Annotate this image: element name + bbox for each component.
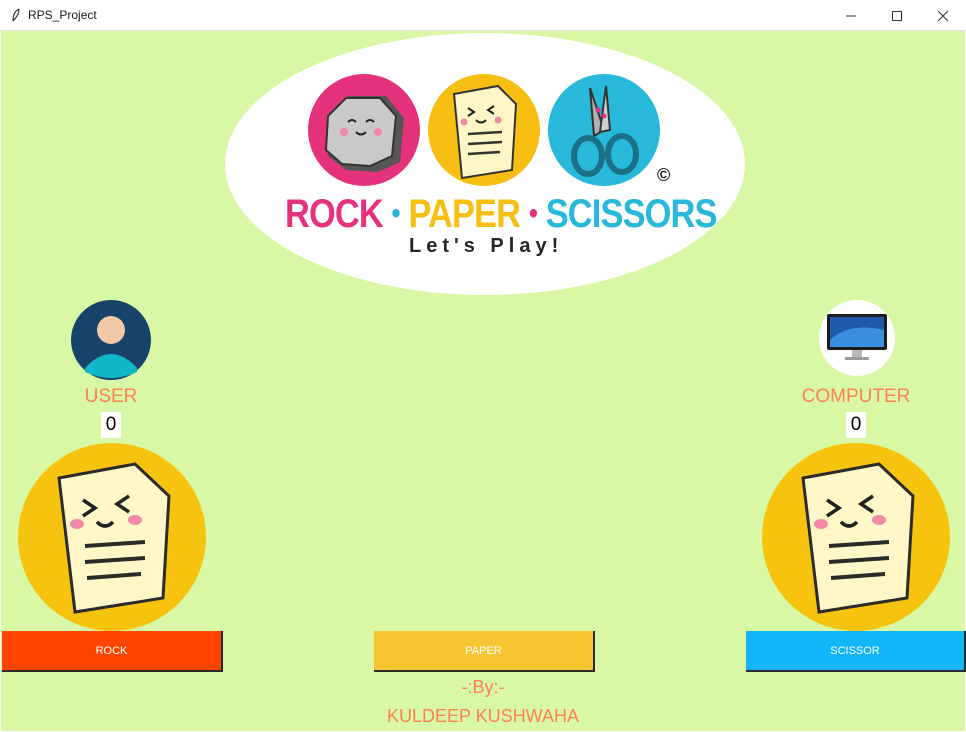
game-canvas: ROCK • PAPER • SCISSORS © Let's Play! US… — [1, 31, 966, 731]
logo-icons — [308, 74, 660, 186]
feather-icon — [12, 8, 20, 22]
logo-separator: • — [391, 197, 401, 230]
rock-icon — [308, 74, 420, 186]
window-title: RPS_Project — [28, 8, 97, 22]
maximize-button[interactable] — [874, 0, 920, 31]
logo-word-rock: ROCK — [285, 192, 384, 236]
computer-choice-paper-icon — [762, 443, 950, 631]
logo-word-paper: PAPER — [408, 192, 521, 236]
user-avatar-icon — [71, 300, 151, 380]
rock-button[interactable]: ROCK — [2, 631, 223, 672]
logo-tagline: Let's Play! — [409, 235, 564, 257]
logo-separator: • — [528, 197, 538, 230]
close-icon — [937, 10, 949, 21]
scissors-icon — [548, 74, 660, 186]
user-label: USER — [84, 386, 138, 407]
scissor-button[interactable]: SCISSOR — [746, 631, 966, 672]
minimize-icon — [846, 15, 856, 16]
copyright-mark: © — [657, 165, 671, 185]
minimize-button[interactable] — [828, 0, 874, 31]
logo-word-scissors: SCISSORS — [545, 192, 718, 236]
computer-score: 0 — [846, 412, 866, 438]
maximize-icon — [892, 10, 902, 21]
user-choice-paper-icon — [18, 443, 206, 631]
paper-button[interactable]: PAPER — [374, 631, 595, 672]
title-bar[interactable]: RPS_Project — [0, 0, 966, 31]
paper-icon — [428, 74, 540, 186]
credit-author-name: KULDEEP KUSHWAHA — [386, 706, 580, 726]
computer-monitor-icon — [819, 300, 895, 376]
close-button[interactable] — [920, 0, 966, 31]
logo-title: ROCK • PAPER • SCISSORS — [285, 192, 717, 237]
user-score: 0 — [101, 412, 121, 438]
computer-label: COMPUTER — [801, 386, 911, 407]
credit-by-label: -:By:- — [461, 677, 505, 697]
